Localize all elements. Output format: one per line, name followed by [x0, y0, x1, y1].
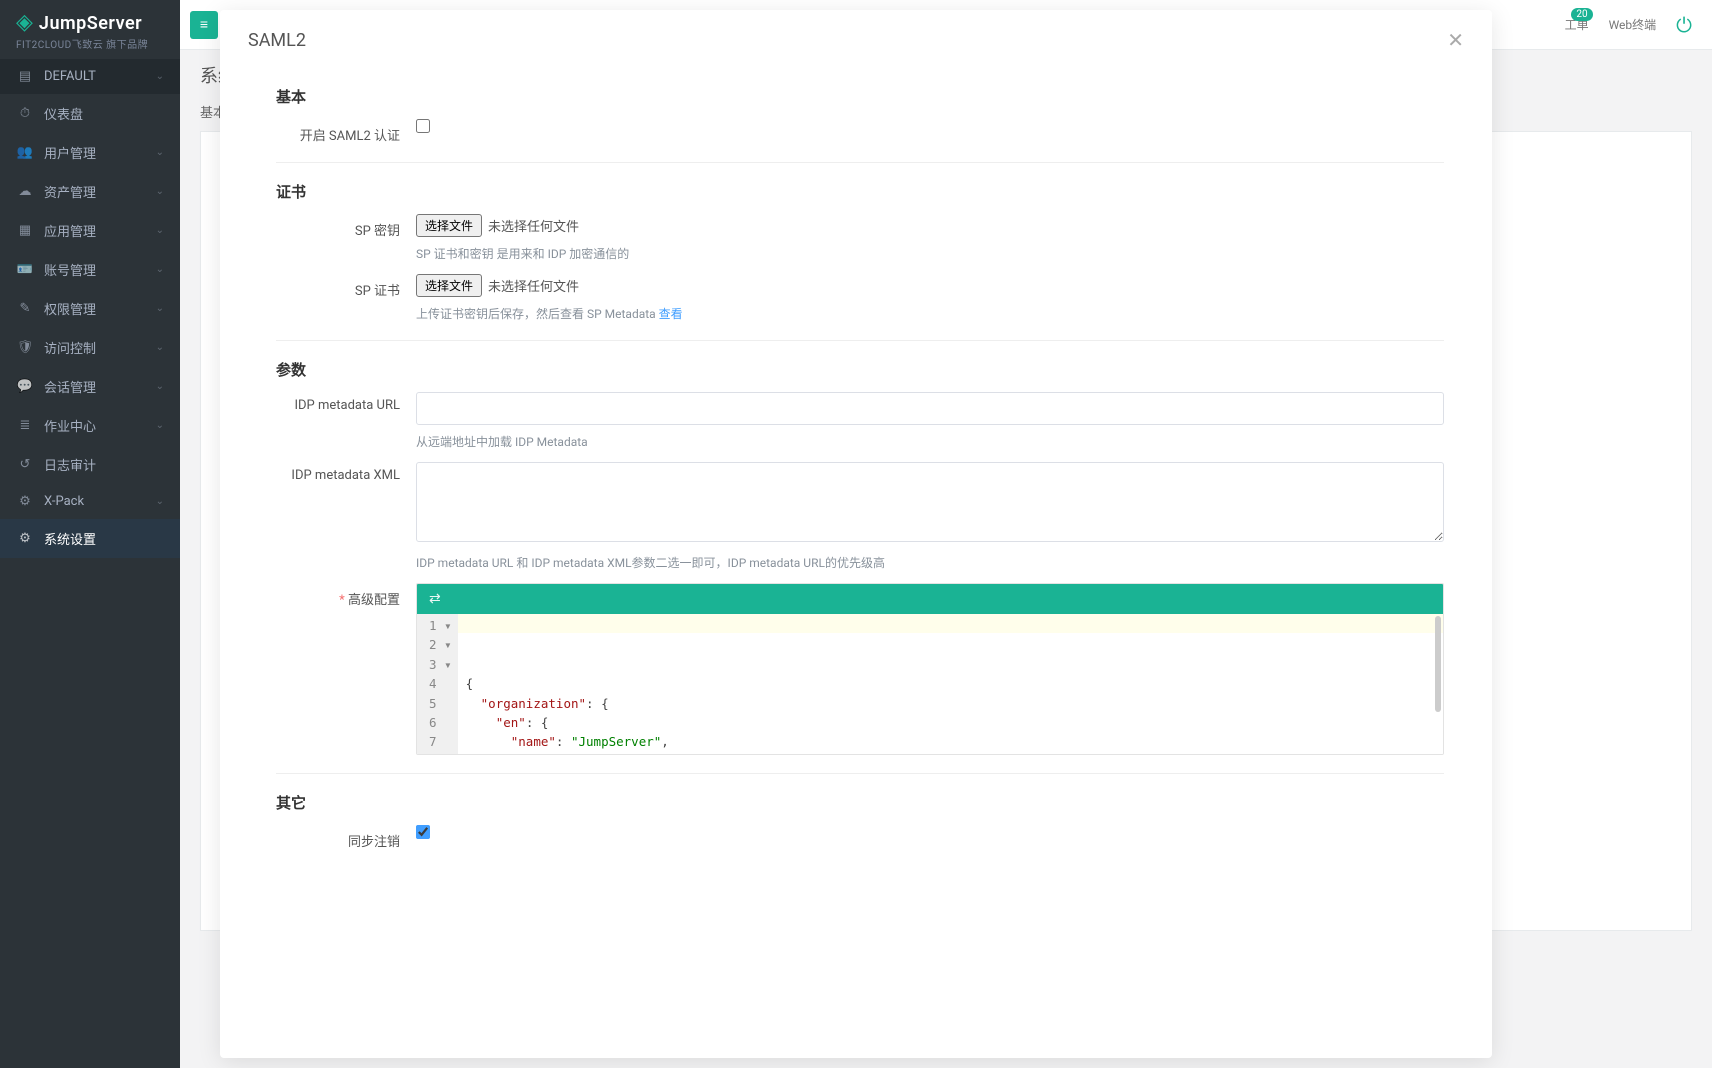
- row-advanced: 高级配置 ⇄ 1 ▾2 ▾3 ▾4 5 6 7 8 9 { "organizat…: [276, 583, 1444, 755]
- row-sp-cert: SP 证书 选择文件 未选择任何文件 上传证书密钥后保存，然后查看 SP Met…: [276, 274, 1444, 322]
- checkbox-enable-saml2[interactable]: [416, 119, 430, 133]
- row-idp-xml: IDP metadata XML IDP metadata URL 和 IDP …: [276, 462, 1444, 571]
- format-icon[interactable]: ⇄: [429, 591, 441, 607]
- label-sp-key: SP 密钥: [276, 214, 416, 239]
- label-advanced: 高级配置: [276, 583, 416, 608]
- editor-gutter: 1 ▾2 ▾3 ▾4 5 6 7 8 9: [417, 614, 458, 754]
- saml2-modal: SAML2 ✕ 基本 开启 SAML2 认证 证书 SP 密钥 选择文件 未选择…: [220, 10, 1492, 1058]
- editor-active-line: [458, 614, 1443, 633]
- row-sp-key: SP 密钥 选择文件 未选择任何文件 SP 证书和密钥 是用来和 IDP 加密通…: [276, 214, 1444, 262]
- section-cert-title: 证书: [276, 181, 1444, 202]
- help-sp-key: SP 证书和密钥 是用来和 IDP 加密通信的: [416, 245, 1444, 262]
- file-button-sp-key[interactable]: 选择文件: [416, 214, 482, 237]
- help-sp-cert: 上传证书密钥后保存，然后查看 SP Metadata 查看: [416, 305, 1444, 322]
- modal-body: 基本 开启 SAML2 认证 证书 SP 密钥 选择文件 未选择任何文件 SP …: [220, 62, 1492, 1058]
- help-idp-xml: IDP metadata URL 和 IDP metadata XML参数二选一…: [416, 554, 1444, 571]
- editor-scrollbar[interactable]: [1435, 616, 1441, 712]
- section-basic-title: 基本: [276, 86, 1444, 107]
- section-other-title: 其它: [276, 792, 1444, 813]
- row-enable-saml2: 开启 SAML2 认证: [276, 119, 1444, 144]
- editor-code[interactable]: { "organization": { "en": { "name": "Jum…: [458, 614, 1443, 754]
- modal-close-button[interactable]: ✕: [1447, 28, 1464, 52]
- label-sync-logout: 同步注销: [276, 825, 416, 850]
- section-params-title: 参数: [276, 359, 1444, 380]
- textarea-idp-xml[interactable]: [416, 462, 1444, 542]
- help-idp-url: 从远端地址中加载 IDP Metadata: [416, 433, 1444, 450]
- file-status-sp-cert: 未选择任何文件: [488, 276, 579, 295]
- file-button-sp-cert[interactable]: 选择文件: [416, 274, 482, 297]
- label-idp-xml: IDP metadata XML: [276, 462, 416, 483]
- row-idp-url: IDP metadata URL 从远端地址中加载 IDP Metadata: [276, 392, 1444, 450]
- input-idp-url[interactable]: [416, 392, 1444, 425]
- close-icon: ✕: [1447, 28, 1464, 52]
- editor-body[interactable]: 1 ▾2 ▾3 ▾4 5 6 7 8 9 { "organization": {…: [417, 614, 1443, 754]
- editor-toolbar: ⇄: [417, 584, 1443, 614]
- label-idp-url: IDP metadata URL: [276, 392, 416, 413]
- json-editor[interactable]: ⇄ 1 ▾2 ▾3 ▾4 5 6 7 8 9 { "organization":…: [416, 583, 1444, 755]
- checkbox-sync-logout[interactable]: [416, 825, 430, 839]
- file-status-sp-key: 未选择任何文件: [488, 216, 579, 235]
- row-sync-logout: 同步注销: [276, 825, 1444, 850]
- separator: [276, 773, 1444, 774]
- label-sp-cert: SP 证书: [276, 274, 416, 299]
- link-view-metadata[interactable]: 查看: [659, 307, 683, 321]
- modal-header: SAML2 ✕: [220, 10, 1492, 62]
- label-enable-saml2: 开启 SAML2 认证: [276, 119, 416, 144]
- modal-title: SAML2: [248, 30, 1447, 51]
- separator: [276, 340, 1444, 341]
- separator: [276, 162, 1444, 163]
